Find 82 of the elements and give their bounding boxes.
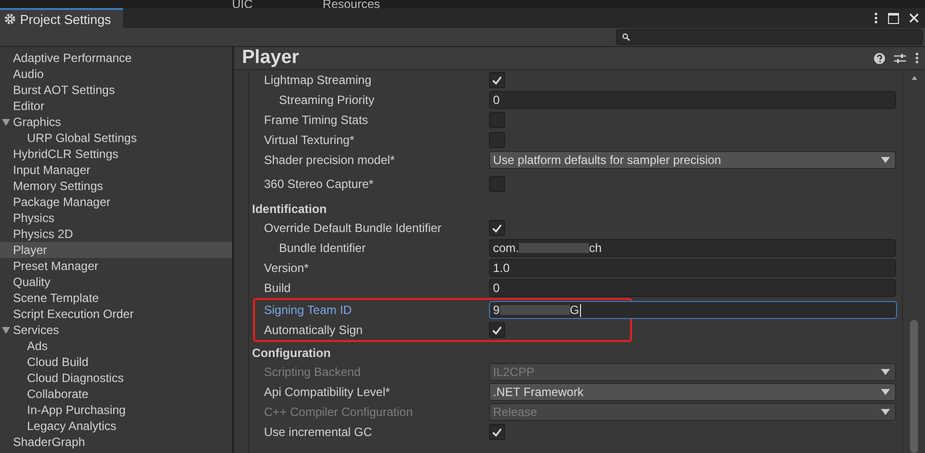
sidebar-item[interactable]: Package Manager	[0, 194, 232, 210]
sidebar-item[interactable]: URP Global Settings	[0, 130, 232, 146]
dropdown-arrow-icon	[881, 369, 890, 375]
dropdown-arrow-icon	[881, 157, 890, 163]
more-options-icon[interactable]	[874, 12, 878, 24]
section-heading: Identification	[251, 201, 328, 218]
sliders-icon[interactable]	[894, 52, 906, 64]
sidebar-item[interactable]: ShaderGraph	[0, 434, 232, 450]
window-tab[interactable]: Project Settings	[0, 8, 124, 28]
field-label: Streaming Priority	[278, 93, 376, 107]
sidebar-item[interactable]: Services	[0, 322, 232, 338]
search-icon	[622, 33, 630, 41]
close-icon[interactable]	[909, 13, 919, 23]
expanded-arrow-icon[interactable]	[2, 327, 10, 334]
checkbox[interactable]	[489, 176, 505, 192]
sidebar-item[interactable]: Audio	[0, 66, 232, 82]
sidebar-item[interactable]: Collaborate	[0, 386, 232, 402]
field-label: Virtual Texturing*	[263, 133, 356, 147]
checkbox[interactable]	[489, 322, 505, 338]
sidebar-item[interactable]: Editor	[0, 98, 232, 114]
dropdown[interactable]: Use platform defaults for sampler precision	[489, 151, 896, 169]
sidebar-item[interactable]: Ads	[0, 338, 232, 354]
sidebar-item[interactable]: Physics 2D	[0, 226, 232, 242]
sidebar-item[interactable]: Physics	[0, 210, 232, 226]
sidebar-item[interactable]: Quality	[0, 274, 232, 290]
checkbox[interactable]	[489, 132, 505, 148]
more-options-icon[interactable]	[915, 52, 919, 64]
maximize-icon[interactable]	[888, 12, 899, 24]
field-label: Scripting Backend	[263, 365, 362, 379]
sidebar-item[interactable]: Burst AOT Settings	[0, 82, 232, 98]
sidebar-item[interactable]: Legacy Analytics	[0, 418, 232, 434]
sidebar-item[interactable]: Graphics	[0, 114, 232, 130]
checkmark-icon	[492, 224, 502, 232]
field-label: C++ Compiler Configuration	[263, 405, 414, 419]
field-label: Use incremental GC	[263, 425, 374, 439]
sidebar-item[interactable]: Cloud Build	[0, 354, 232, 370]
sidebar-item[interactable]: In-App Purchasing	[0, 402, 232, 418]
checkbox[interactable]	[489, 424, 505, 440]
field-label: Frame Timing Stats	[263, 113, 370, 127]
field-label: Version*	[263, 261, 310, 275]
dropdown[interactable]: .NET Framework	[489, 383, 896, 401]
sidebar-item[interactable]: Adaptive Performance	[0, 50, 232, 66]
checkmark-icon	[492, 428, 502, 436]
window-title: Project Settings	[20, 12, 112, 26]
sidebar-item[interactable]: Preset Manager	[0, 258, 232, 274]
field-label: Build	[263, 281, 292, 295]
checkmark-icon	[492, 76, 502, 84]
text-field[interactable]: 1.0	[489, 259, 896, 277]
search-field[interactable]	[616, 29, 923, 45]
field-label: Api Compatibility Level*	[263, 385, 392, 399]
settings-icon	[4, 13, 16, 25]
field-label: Automatically Sign	[263, 323, 364, 337]
panel-title: Player	[242, 47, 300, 69]
text-field[interactable]: 9 G	[489, 301, 897, 319]
sidebar-item[interactable]: HybridCLR Settings	[0, 146, 232, 162]
sidebar-item[interactable]: Memory Settings	[0, 178, 232, 194]
dropdown-arrow-icon	[881, 409, 890, 415]
sidebar-item[interactable]: Player	[0, 242, 232, 258]
field-label: Override Default Bundle Identifier	[263, 221, 442, 235]
text-field[interactable]: 0	[489, 91, 896, 109]
scroll-up-arrow-icon[interactable]	[910, 76, 918, 80]
sidebar-item[interactable]: Input Manager	[0, 162, 232, 178]
dropdown-arrow-icon	[881, 389, 890, 395]
checkbox[interactable]	[489, 72, 505, 88]
text-field[interactable]: 0	[489, 279, 896, 297]
expanded-arrow-icon[interactable]	[2, 119, 10, 126]
sidebar-item[interactable]: Script Execution Order	[0, 306, 232, 322]
background-tab-label: Resources	[322, 0, 380, 8]
field-label: Shader precision model*	[263, 153, 396, 167]
sidebar-item[interactable]: Scene Template	[0, 290, 232, 306]
scrollbar-thumb[interactable]	[910, 320, 918, 453]
field-label: 360 Stereo Capture*	[263, 177, 374, 191]
checkmark-icon	[492, 326, 502, 334]
text-field[interactable]: com. ch	[489, 239, 896, 257]
sidebar-item[interactable]: Cloud Diagnostics	[0, 370, 232, 386]
field-label: Bundle Identifier	[278, 241, 367, 255]
field-label: Lightmap Streaming	[263, 73, 372, 87]
field-label: Signing Team ID	[263, 303, 353, 317]
help-icon[interactable]	[874, 52, 885, 64]
checkbox[interactable]	[489, 112, 505, 128]
section-heading: Configuration	[251, 345, 332, 362]
checkbox[interactable]	[489, 220, 505, 236]
